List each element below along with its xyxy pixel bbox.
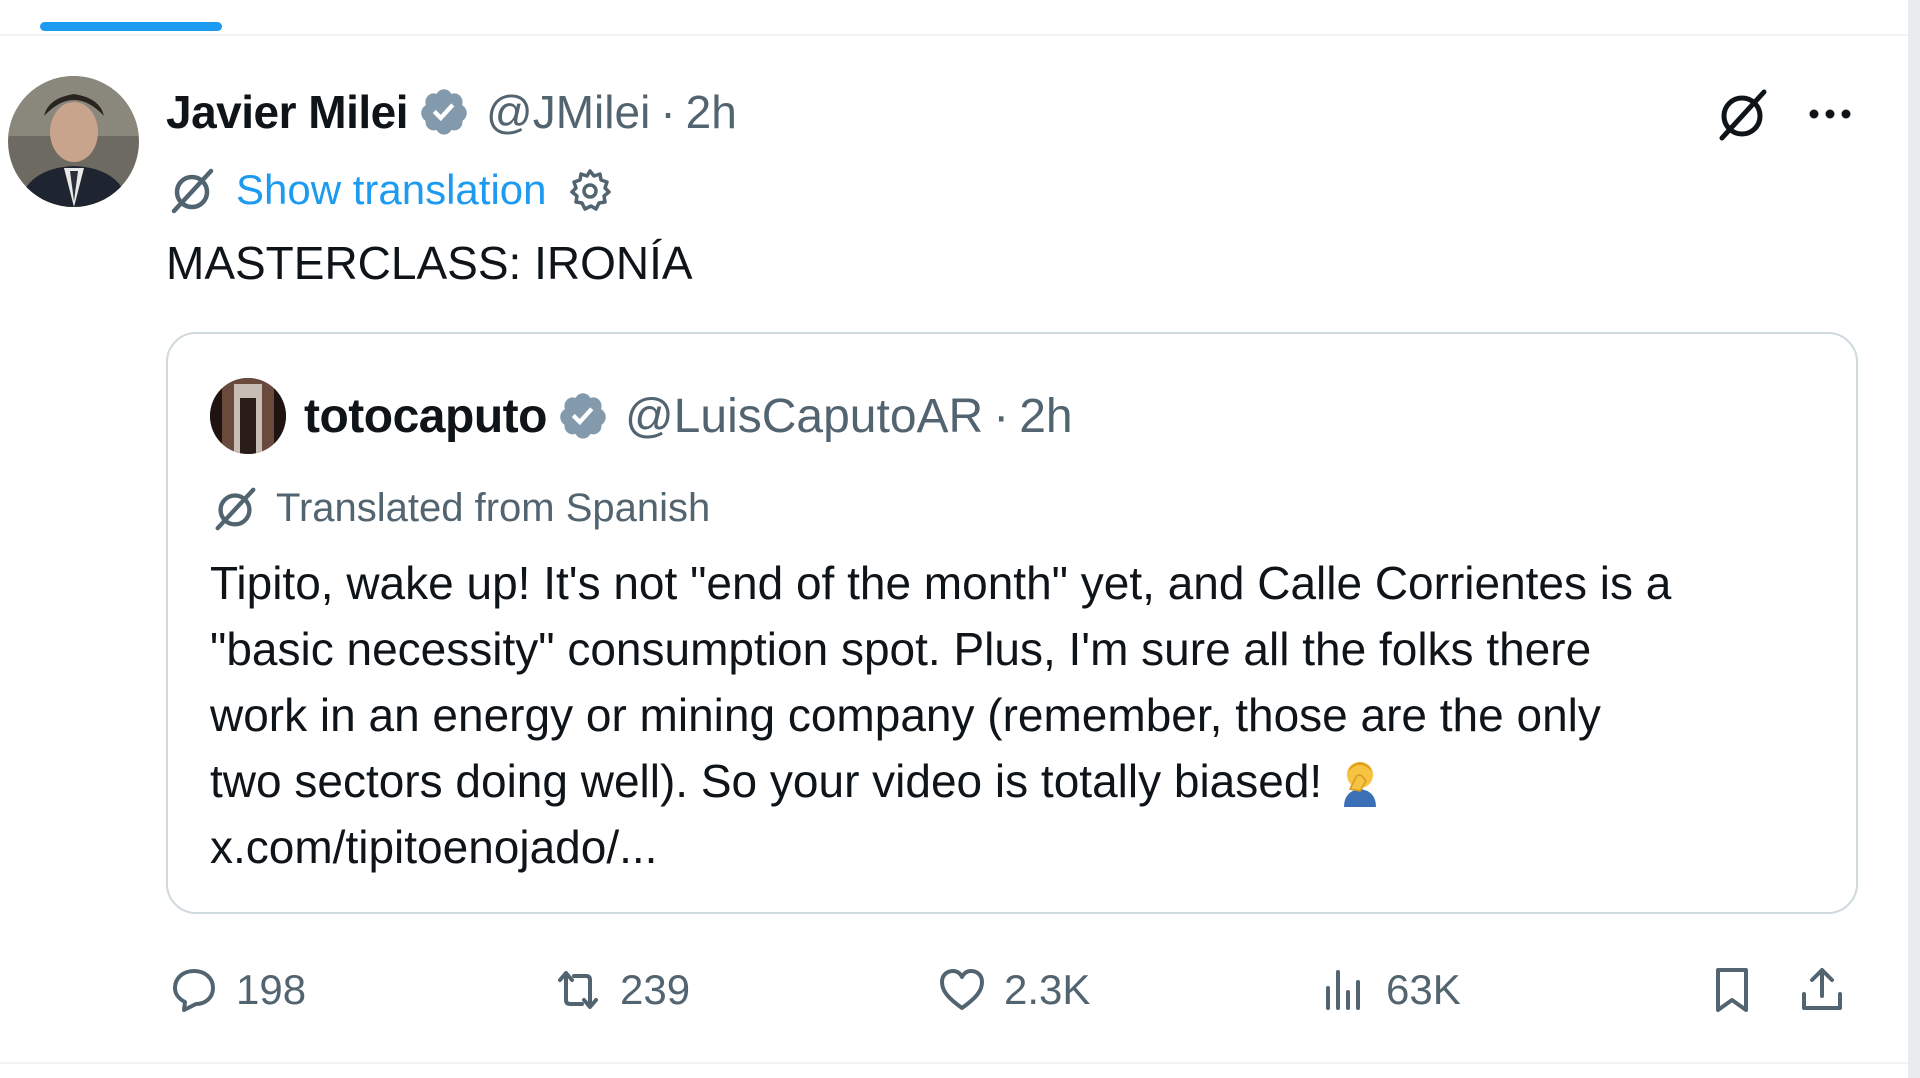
show-translation-link[interactable]: Show translation (236, 166, 547, 214)
views-count: 63K (1386, 966, 1461, 1013)
tweet-timestamp[interactable]: 2h (686, 85, 737, 139)
bookmark-button[interactable] (1704, 960, 1760, 1020)
quoted-text-line: "basic necessity" consumption spot. Plus… (210, 623, 1592, 675)
analytics-icon (1326, 970, 1360, 1010)
repost-count: 239 (620, 966, 691, 1013)
views-button[interactable]: 63K (1316, 960, 1461, 1020)
heart-icon (940, 969, 984, 1010)
grok-icon[interactable] (1712, 84, 1772, 144)
quoted-text-line: work in an energy or mining company (rem… (210, 689, 1601, 741)
like-button[interactable]: 2.3K (934, 960, 1090, 1020)
quoted-tweet-card[interactable]: totocaputo @LuisCaputoAR · 2h Translated… (166, 332, 1858, 914)
repost-button[interactable]: 239 (550, 960, 690, 1020)
separator-dot: · (993, 389, 1010, 443)
quoted-tweet-text: Tipito, wake up! It's not "end of the mo… (210, 550, 1820, 880)
quoted-text-line: two sectors doing well). So your video i… (210, 755, 1323, 807)
divider (0, 1062, 1908, 1064)
like-count: 2.3K (1004, 966, 1091, 1013)
author-handle[interactable]: @JMilei (486, 85, 650, 139)
author-name[interactable]: Javier Milei (166, 85, 409, 139)
active-tab-indicator (40, 22, 222, 31)
more-options-icon[interactable] (1800, 84, 1860, 144)
translated-from-label: Translated from Spanish (276, 485, 711, 530)
quoted-text-line: Tipito, wake up! It's not "end of the mo… (210, 557, 1672, 609)
verified-badge-icon[interactable] (557, 390, 609, 442)
tweet-text: MASTERCLASS: IRONÍA (166, 237, 693, 289)
quoted-text-line-with-emoji: two sectors doing well). So your video i… (210, 748, 1820, 814)
grok-translate-icon (210, 483, 260, 533)
quoted-author-avatar[interactable] (210, 378, 286, 454)
scrollbar-track[interactable] (1908, 0, 1920, 1078)
reply-icon (173, 969, 215, 1012)
action-bar: 198 239 2.3K 63K (166, 960, 1866, 1020)
verified-badge-icon[interactable] (418, 86, 470, 138)
facepalm-emoji-icon (1336, 755, 1384, 807)
separator-dot: · (660, 86, 676, 138)
reply-count: 198 (236, 966, 307, 1013)
quoted-author-name[interactable]: totocaputo (304, 389, 547, 444)
quoted-tweet-timestamp[interactable]: 2h (1019, 389, 1072, 444)
reply-button[interactable]: 198 (166, 960, 306, 1020)
author-avatar[interactable] (8, 76, 139, 207)
repost-icon (558, 971, 598, 1009)
grok-translate-icon (166, 164, 218, 216)
translation-row: Show translation (166, 160, 615, 220)
quoted-tweet-header: totocaputo @LuisCaputoAR · 2h (304, 384, 1073, 448)
bookmark-icon (1716, 968, 1748, 1012)
quoted-author-handle[interactable]: @LuisCaputoAR (625, 389, 983, 444)
gear-icon[interactable] (565, 165, 615, 215)
share-button[interactable] (1794, 960, 1850, 1020)
translated-notice: Translated from Spanish (210, 480, 710, 536)
share-icon (1802, 968, 1842, 1010)
tab-bar (0, 0, 1920, 36)
tweet-header: Javier Milei @JMilei · 2h (166, 82, 737, 142)
quoted-link[interactable]: x.com/tipitoenojado/... (210, 814, 1820, 880)
